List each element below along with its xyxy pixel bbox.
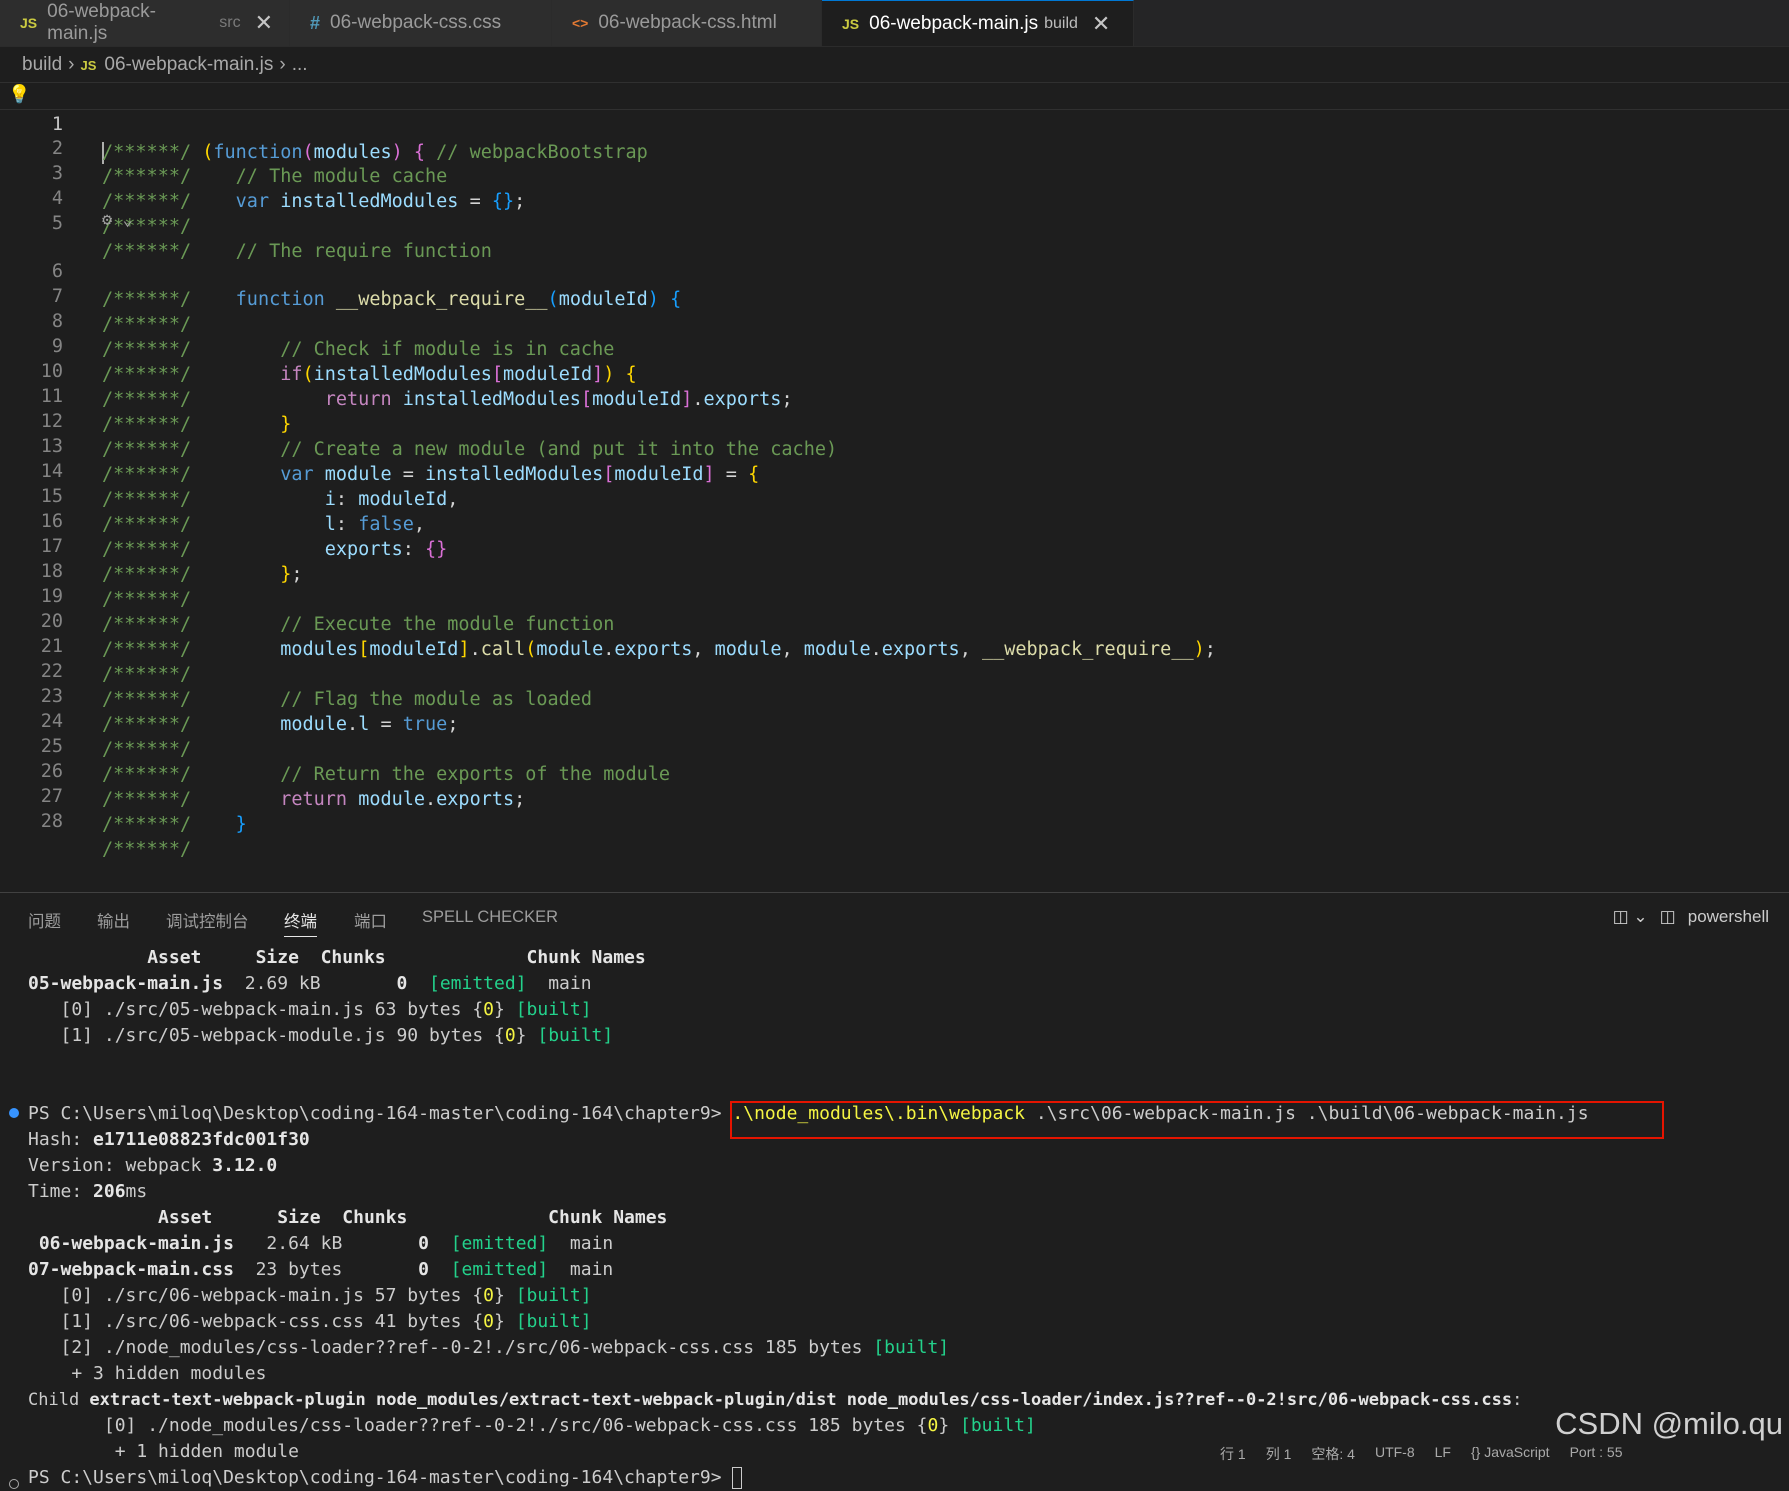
javascript-file-icon: JS	[20, 15, 38, 31]
tab-spell-checker[interactable]: SPELL CHECKER	[422, 908, 558, 927]
code-line[interactable]: 14 /******/ i: moduleId,	[0, 430, 1789, 510]
line-number: 28	[40, 811, 63, 832]
status-indent[interactable]: 空格: 4	[1311, 1444, 1355, 1464]
tab-problems[interactable]: 问题	[28, 908, 61, 932]
terminal-line: [0] ./node_modules/css-loader??ref--0-2!…	[28, 1415, 1036, 1436]
tab-06-webpack-css-css[interactable]: # 06-webpack-css.css	[290, 0, 552, 46]
code-line[interactable]: 19 /******/ // Execute the module functi…	[0, 555, 1789, 635]
status-bar: 行 1 列 1 空格: 4 UTF-8 LF {} JavaScript Por…	[1220, 1444, 1623, 1464]
breadcrumb: build › JS 06-webpack-main.js › ...	[22, 50, 308, 80]
code-line[interactable]: 16 /******/ exports: {}	[0, 480, 1789, 560]
tab-06-webpack-css-html[interactable]: <> 06-webpack-css.html	[552, 0, 822, 46]
command-pending-icon[interactable]	[9, 1479, 19, 1489]
code-line[interactable]: 20 /******/ modules[moduleId].call(modul…	[0, 580, 1789, 660]
html-file-icon: <>	[572, 15, 589, 31]
split-terminal-icon[interactable]: ◫ ⌄	[1613, 907, 1648, 927]
tab-description: build	[1044, 14, 1078, 32]
tab-label: 06-webpack-css.css	[330, 12, 502, 33]
status-line[interactable]: 行 1	[1220, 1444, 1246, 1464]
terminal-line: Time: 206ms	[28, 1181, 148, 1202]
terminal-line: 07-webpack-main.css 23 bytes 0 [emitted]…	[28, 1259, 614, 1280]
terminal-line: Asset Size Chunks Chunk Names	[28, 1207, 668, 1228]
tab-label: 06-webpack-main.js	[47, 1, 156, 44]
code-line[interactable]: 15 /******/ l: false,	[0, 455, 1789, 535]
status-column[interactable]: 列 1	[1266, 1444, 1292, 1464]
javascript-file-icon: JS	[80, 57, 97, 73]
code-line[interactable]: 26 /******/ return module.exports;	[0, 730, 1789, 810]
code-line[interactable]: 24 /******/	[0, 680, 1789, 760]
tab-label: 06-webpack-css.html	[598, 12, 777, 33]
breadcrumb-more[interactable]: ...	[292, 54, 308, 76]
status-port[interactable]: Port : 55	[1570, 1444, 1623, 1464]
terminal-line: [1] ./src/05-webpack-module.js 90 bytes …	[28, 1025, 614, 1046]
close-icon[interactable]: ✕	[255, 10, 273, 36]
terminal-shell-icon[interactable]: ◫	[1660, 907, 1676, 927]
terminal-line: 06-webpack-main.js 2.64 kB 0 [emitted] m…	[38, 1233, 614, 1254]
chevron-right-icon: ›	[279, 54, 286, 75]
code-line[interactable]: 21 /******/	[0, 605, 1789, 685]
editor-tab-bar: JS 06-webpack-main.js src ✕ # 06-webpack…	[0, 0, 1789, 47]
tab-terminal[interactable]: 终端	[284, 908, 317, 937]
code-line[interactable]: 3 /******/ var installedModules = {};	[0, 132, 1789, 212]
terminal-line: Hash: e1711e08823fdc001f30	[28, 1129, 310, 1150]
code-line[interactable]: 9 /******/ if(installedModules[moduleId]…	[0, 305, 1789, 385]
code-text: /******/ }	[102, 814, 247, 835]
code-line[interactable]: 2 /******/ // The module cache	[0, 107, 1789, 187]
terminal-line: [1] ./src/06-webpack-css.css 41 bytes {0…	[28, 1311, 592, 1332]
terminal-output[interactable]: Asset Size Chunks Chunk Names 05-webpack…	[0, 945, 1789, 1489]
close-icon[interactable]: ✕	[1092, 11, 1110, 37]
panel-tabs: 问题 输出 调试控制台 终端 端口 SPELL CHECKER ◫ ⌄ ◫ po…	[0, 893, 1789, 945]
terminal-cursor	[732, 1467, 743, 1489]
code-line[interactable]: 1 /******/ (function(modules) { // webpa…	[0, 82, 1789, 164]
status-eol[interactable]: LF	[1435, 1444, 1451, 1464]
tab-label: 06-webpack-main.js	[869, 12, 1039, 34]
javascript-file-icon: JS	[842, 15, 860, 32]
tab-output[interactable]: 输出	[97, 908, 130, 932]
code-line[interactable]: 22 /******/ // Flag the module as loaded	[0, 630, 1789, 710]
tab-description: src	[219, 14, 241, 31]
panel-actions: ◫ ⌄ ◫ powershell	[1601, 907, 1769, 927]
code-line[interactable]: 27 /******/ }	[0, 755, 1789, 835]
terminal-line: Version: webpack 3.12.0	[28, 1155, 278, 1176]
breadcrumb-file[interactable]: 06-webpack-main.js	[104, 54, 273, 76]
code-line[interactable]: 12 /******/ // Create a new module (and …	[0, 380, 1789, 460]
terminal-line: 05-webpack-main.js 2.69 kB 0 [emitted] m…	[28, 973, 592, 994]
code-line[interactable]: 18 /******/	[0, 530, 1789, 610]
code-line[interactable]: 4 /******/	[0, 157, 1789, 237]
tab-ports[interactable]: 端口	[354, 908, 387, 932]
code-line[interactable]: 28 /******/	[0, 780, 1789, 860]
code-line[interactable]: 6 /******/ function __webpack_require__(…	[0, 230, 1789, 310]
breadcrumb-folder[interactable]: build	[22, 54, 62, 76]
css-file-icon: #	[310, 12, 321, 33]
code-editor[interactable]: 💡 1 /******/ (function(modules) { // web…	[0, 82, 1789, 890]
tab-06-webpack-main-build[interactable]: JS 06-webpack-main.js build ✕	[822, 0, 1134, 46]
terminal-prompt[interactable]: PS C:\Users\miloq\Desktop\coding-164-mas…	[28, 1465, 743, 1491]
bottom-panel: 问题 输出 调试控制台 终端 端口 SPELL CHECKER ◫ ⌄ ◫ po…	[0, 892, 1789, 1489]
code-line[interactable]: 7 /******/	[0, 255, 1789, 335]
code-line[interactable]: 8 /******/ // Check if module is in cach…	[0, 280, 1789, 360]
tab-06-webpack-main-src[interactable]: JS 06-webpack-main.js src ✕	[0, 0, 290, 46]
terminal-line: + 1 hidden module	[28, 1441, 299, 1462]
code-line[interactable]: 17 /******/ };	[0, 505, 1789, 585]
command-success-icon[interactable]	[9, 1108, 19, 1118]
terminal-shell-label[interactable]: powershell	[1688, 907, 1769, 927]
terminal-line: [0] ./src/06-webpack-main.js 57 bytes {0…	[28, 1285, 592, 1306]
terminal-line: + 3 hidden modules	[28, 1363, 267, 1384]
code-line[interactable]: 23 /******/ module.l = true;	[0, 655, 1789, 735]
terminal-line: Child extract-text-webpack-plugin node_m…	[28, 1390, 1523, 1410]
status-language[interactable]: {} JavaScript	[1471, 1444, 1550, 1464]
code-line[interactable]: 10 /******/ return installedModules[modu…	[0, 330, 1789, 410]
tab-debug-console[interactable]: 调试控制台	[166, 908, 249, 932]
highlight-box	[730, 1101, 1664, 1139]
code-text: /******/	[102, 839, 192, 860]
terminal-line: Asset Size Chunks Chunk Names	[28, 947, 646, 968]
status-encoding[interactable]: UTF-8	[1375, 1444, 1415, 1464]
terminal-line: [2] ./node_modules/css-loader??ref--0-2!…	[28, 1337, 950, 1358]
code-line[interactable]: 25 /******/ // Return the exports of the…	[0, 705, 1789, 785]
terminal-line: [0] ./src/05-webpack-main.js 63 bytes {0…	[28, 999, 592, 1020]
chevron-right-icon: ›	[68, 54, 75, 75]
code-line[interactable]: 13 /******/ var module = installedModule…	[0, 405, 1789, 485]
code-line[interactable]: 11 /******/ }	[0, 355, 1789, 435]
watermark: CSDN @milo.qu	[1555, 1406, 1783, 1441]
